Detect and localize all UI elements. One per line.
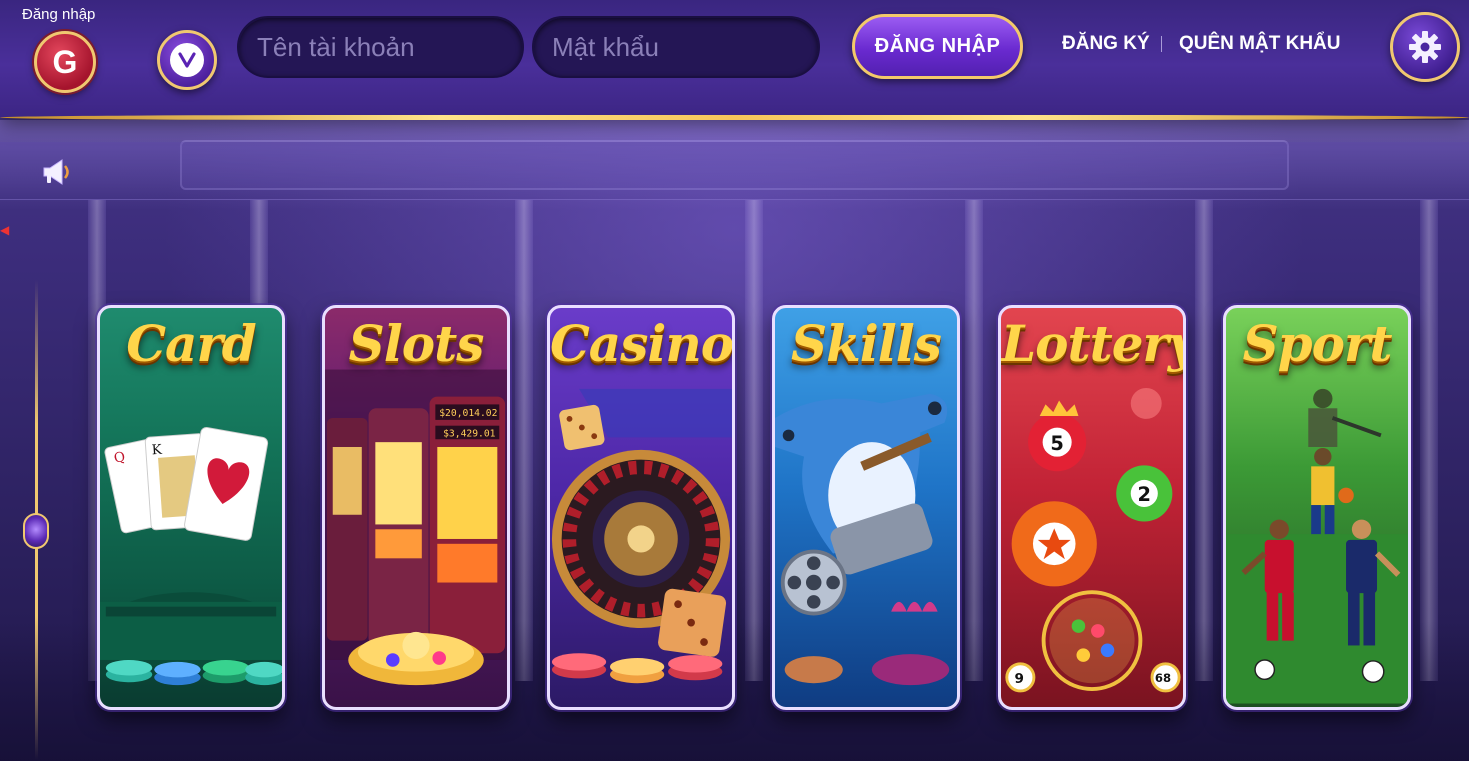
- pillar: [965, 200, 983, 681]
- category-title: Sport: [1242, 314, 1393, 373]
- forgot-password-link[interactable]: QUÊN MẬT KHẨU: [1179, 33, 1341, 55]
- side-rail-knob[interactable]: [23, 513, 49, 549]
- v-login-button[interactable]: [157, 30, 217, 90]
- category-title: Casino: [550, 314, 734, 373]
- slot-amount: $3,429.01: [443, 428, 496, 439]
- category-skills[interactable]: Skills: [772, 305, 960, 710]
- category-lottery[interactable]: 5 2 9 68 Lottery: [998, 305, 1186, 710]
- lottery-ball-number: 2: [1138, 483, 1151, 506]
- category-title: Skills: [791, 314, 942, 373]
- category-title: Slots: [348, 314, 485, 373]
- lottery-ball-number: 9: [1015, 671, 1024, 687]
- pillar: [515, 200, 533, 681]
- login-caption: Đăng nhập: [22, 6, 96, 23]
- settings-button[interactable]: [1390, 12, 1460, 82]
- password-field: [532, 16, 820, 78]
- pillar: [745, 200, 763, 681]
- slot-amount: $20,014.02: [439, 408, 497, 419]
- pillar: [1195, 200, 1213, 681]
- category-title: Lottery: [1001, 314, 1186, 373]
- category-title: Card: [126, 314, 257, 373]
- gear-icon: [1409, 31, 1441, 63]
- google-login-button[interactable]: G: [34, 31, 96, 93]
- speaker-icon[interactable]: [38, 154, 74, 190]
- category-slots[interactable]: $20,014.02 $3,429.01 Slots: [322, 305, 510, 710]
- category-sport[interactable]: Sport: [1223, 305, 1411, 710]
- register-link[interactable]: ĐĂNG KÝ: [1062, 33, 1150, 55]
- v-logo-icon: [170, 43, 204, 77]
- top-header: Đăng nhập G ĐĂNG NHẬP ĐĂNG KÝ QUÊN MẬT K…: [0, 0, 1469, 120]
- category-casino[interactable]: Casino: [547, 305, 735, 710]
- password-input[interactable]: [552, 31, 818, 63]
- link-divider: [1161, 36, 1162, 52]
- login-button[interactable]: ĐĂNG NHẬP: [852, 14, 1023, 79]
- pillar: [1420, 200, 1438, 681]
- announcement-bar: [0, 142, 1469, 200]
- lottery-ball-number: 68: [1155, 671, 1171, 685]
- category-card[interactable]: Q K Card: [97, 305, 285, 710]
- edge-marker: ◀: [0, 223, 10, 237]
- lottery-ball-number: 5: [1050, 432, 1063, 455]
- svg-text:K: K: [151, 442, 163, 459]
- username-input[interactable]: [257, 31, 522, 63]
- google-icon: G: [52, 43, 78, 80]
- username-field: [237, 16, 524, 78]
